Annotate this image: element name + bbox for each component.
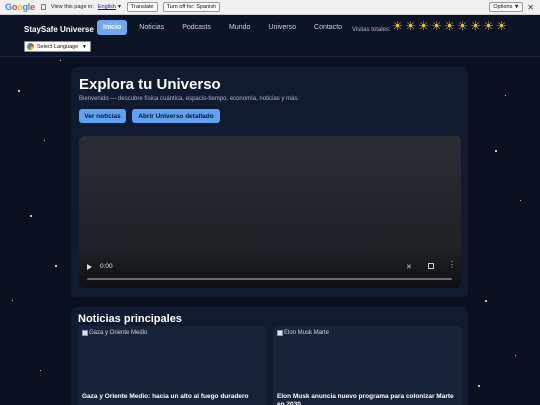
broken-image-icon (82, 330, 88, 336)
site-header: StaySafe Universe Inicio Noticias Podcas… (0, 15, 540, 57)
translate-options-button[interactable]: Options ▼ (489, 2, 524, 12)
video-time: 0:00 (100, 263, 113, 270)
visits-label: Visitas totales: (352, 27, 391, 33)
sun-icon: ☀ (431, 19, 442, 33)
sun-icon: ☀ (470, 19, 481, 33)
language-select[interactable]: Select Language ▼ (24, 41, 91, 52)
news-headline[interactable]: Elon Musk anuncia nuevo programa para co… (277, 393, 457, 405)
nav-item-universo[interactable]: Universo (262, 20, 302, 35)
chevron-down-icon[interactable]: ▼ (117, 4, 122, 10)
sun-icon: ☀ (392, 19, 403, 33)
news-headline[interactable]: Gaza y Oriente Medio: hacia un alto al f… (82, 393, 262, 401)
more-options-icon[interactable]: ⋮ (448, 261, 456, 269)
translate-language-link[interactable]: English (98, 4, 116, 10)
sun-icon: ☀ (457, 19, 468, 33)
news-image-alt: Elon Musk Marte (284, 330, 330, 336)
news-card[interactable]: Elon Musk Marte Elon Musk anuncia nuevo … (273, 326, 462, 405)
nav-item-podcasts[interactable]: Podcasts (176, 20, 217, 35)
news-section-title: Noticias principales (78, 313, 182, 325)
page-title: Explora tu Universo (79, 76, 221, 93)
lock-icon (40, 4, 46, 10)
video-player[interactable]: 0:00 ✕ ⋮ (79, 136, 461, 288)
play-icon[interactable] (87, 264, 92, 270)
visit-counter: ☀ ☀ ☀ ☀ ☀ ☀ ☀ ☀ ☀ (391, 19, 508, 33)
broken-image-icon (277, 330, 283, 336)
news-image-alt: Gaza y Oriente Medio (89, 330, 148, 336)
fullscreen-icon[interactable] (428, 263, 434, 269)
nav-item-mundo[interactable]: Mundo (223, 20, 256, 35)
news-image: Elon Musk Marte (277, 330, 329, 336)
nav-item-noticias[interactable]: Noticias (133, 20, 170, 35)
sun-icon: ☀ (483, 19, 494, 33)
video-progress-bar[interactable] (87, 278, 452, 280)
sun-icon: ☀ (418, 19, 429, 33)
language-select-label: Select Language (37, 43, 79, 50)
translate-button[interactable]: Translate (126, 2, 158, 12)
news-card[interactable]: Gaza y Oriente Medio Gaza y Oriente Medi… (78, 326, 267, 405)
nav-item-inicio[interactable]: Inicio (97, 20, 128, 35)
news-section: Noticias principales Gaza y Oriente Medi… (71, 307, 468, 405)
brand-title[interactable]: StaySafe Universe (24, 25, 94, 34)
main-nav: Inicio Noticias Podcasts Mundo Universo … (97, 20, 354, 35)
google-logo: Google (5, 2, 35, 12)
close-icon[interactable]: ✕ (527, 3, 534, 12)
open-universe-button[interactable]: Abrir Universo detallado (132, 109, 220, 123)
hero-subtitle: Bienvenido — descubre física cuántica, e… (79, 96, 300, 102)
sun-icon: ☀ (405, 19, 416, 33)
sun-icon: ☀ (496, 19, 507, 33)
view-news-button[interactable]: Ver noticias (79, 109, 126, 123)
translate-prompt: View this page in: (50, 4, 94, 10)
hero-card: Explora tu Universo Bienvenido — descubr… (71, 67, 468, 297)
mute-icon[interactable]: ✕ (406, 263, 412, 271)
sun-icon: ☀ (444, 19, 455, 33)
nav-item-contacto[interactable]: Contacto (308, 20, 348, 35)
google-translate-bar: Google View this page in: English ▼ Tran… (0, 0, 540, 15)
turn-off-translate-button[interactable]: Turn off for: Spanish (162, 2, 221, 12)
google-g-icon (27, 43, 34, 50)
news-image: Gaza y Oriente Medio (82, 330, 147, 336)
chevron-down-icon: ▼ (82, 43, 87, 50)
